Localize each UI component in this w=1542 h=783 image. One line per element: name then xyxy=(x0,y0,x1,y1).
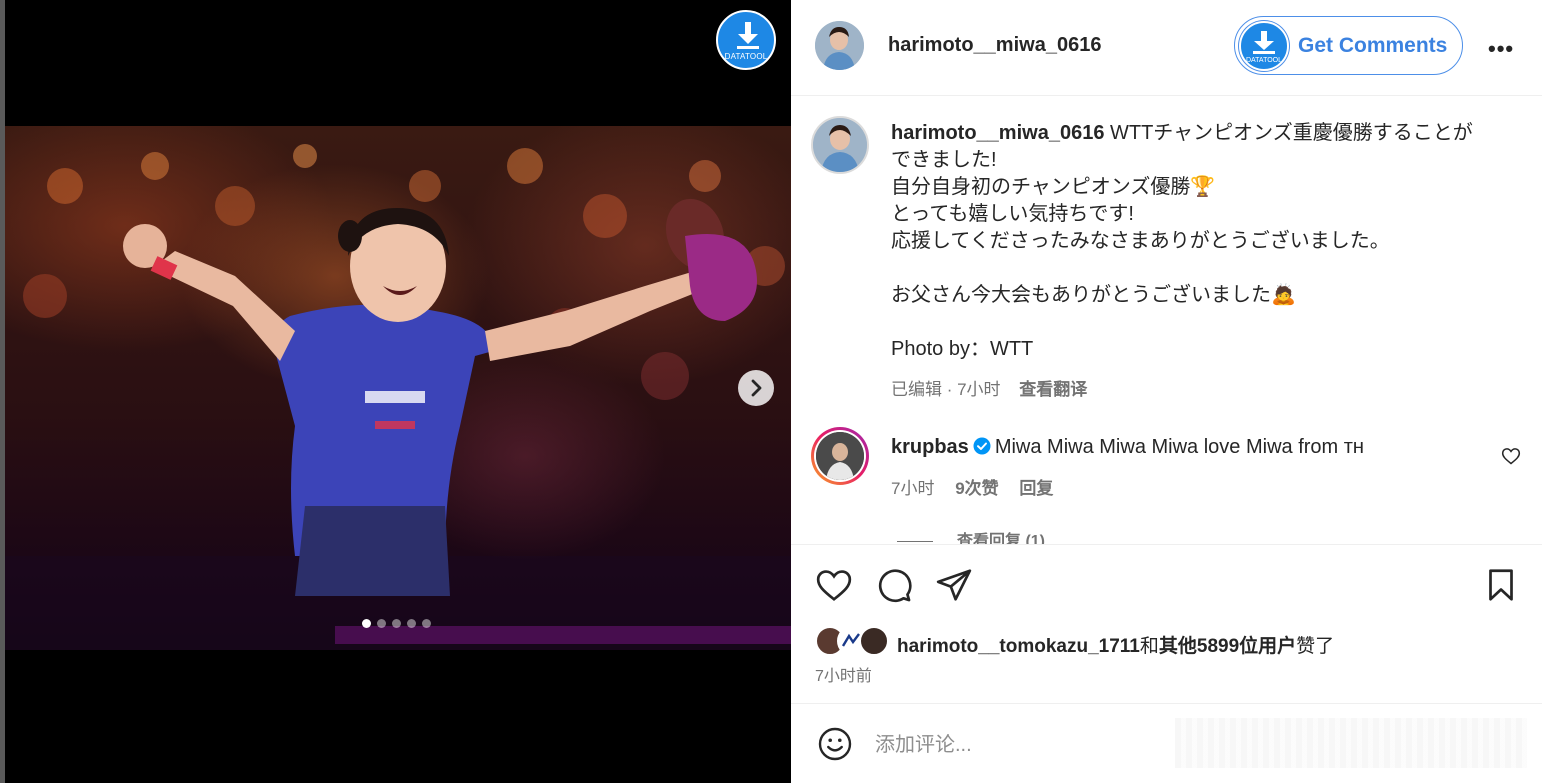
save-bookmark-icon[interactable] xyxy=(1483,566,1519,604)
chevron-right-icon xyxy=(751,379,762,397)
caption-meta: 已编辑 · 7小时 查看翻译 xyxy=(891,375,1087,400)
get-comments-button[interactable]: DATATOOL Get Comments xyxy=(1234,16,1463,75)
download-icon xyxy=(737,22,759,49)
verified-badge-icon xyxy=(973,437,991,455)
comment-like-heart-icon[interactable] xyxy=(1501,446,1521,466)
view-replies-label: 查看回复 (1) xyxy=(957,533,1046,544)
carousel-dot[interactable] xyxy=(392,619,401,628)
comment-meta: 7小时 9次赞 回复 xyxy=(891,474,1069,499)
caption-line: お父さん今大会もありがとうございました🙇 xyxy=(891,284,1296,306)
view-replies-link[interactable]: 查看回复 (1) xyxy=(897,527,1045,544)
likes-suffix: 赞了 xyxy=(1296,636,1335,657)
liker-avatar[interactable] xyxy=(859,626,889,656)
caption-text: harimoto__miwa_0616 WTTチャンピオンズ重慶優勝することが … xyxy=(891,120,1501,363)
caption-line xyxy=(891,255,1501,282)
datatool-label: DATATOOL xyxy=(724,52,768,61)
post-actions: harimoto__tomokazu_1711和其他5899位用户赞了 7小时前 xyxy=(791,544,1542,704)
caption-line: WTTチャンピオンズ重慶優勝することが xyxy=(1110,122,1473,144)
translate-link[interactable]: 查看翻译 xyxy=(1019,380,1087,399)
caption-line: できました! xyxy=(891,149,997,171)
post-photo[interactable] xyxy=(5,126,791,650)
post-side-panel: harimoto__miwa_0616 DATATOOL Get Comment… xyxy=(791,0,1542,783)
emoji-smiley-icon[interactable] xyxy=(817,726,853,762)
comment-time: 7小时 xyxy=(891,479,935,498)
liker-avatars xyxy=(815,626,895,658)
reply-divider xyxy=(897,541,933,543)
edited-time: 已编辑 · 7小时 xyxy=(891,380,1001,399)
commenter-username[interactable]: krupbas xyxy=(891,436,969,458)
caption-line: 自分自身初のチャンピオンズ優勝🏆 xyxy=(891,176,1216,198)
avatar-image xyxy=(815,21,864,70)
likes-summary: harimoto__tomokazu_1711和其他5899位用户赞了 xyxy=(897,631,1334,658)
avatar-image xyxy=(816,432,864,480)
like-heart-icon[interactable] xyxy=(815,566,853,604)
datatool-icon: DATATOOL xyxy=(1239,21,1289,71)
more-options-icon[interactable]: ••• xyxy=(1488,36,1514,62)
carousel-dot[interactable] xyxy=(407,619,416,628)
carousel-dot[interactable] xyxy=(362,619,371,628)
avatar-image xyxy=(813,118,867,172)
post-media: DATATOOL xyxy=(0,0,791,783)
comment-text-row: krupbas Miwa Miwa Miwa Miwa love Miwa fr… xyxy=(891,436,1364,459)
likes-and: 和 xyxy=(1139,636,1159,657)
comment-bubble-icon[interactable] xyxy=(875,566,913,604)
likes-others-link[interactable]: 其他5899位用户 xyxy=(1159,636,1296,657)
caption-author-avatar[interactable] xyxy=(811,116,869,174)
caption-username[interactable]: harimoto__miwa_0616 xyxy=(891,122,1104,144)
post-time-ago[interactable]: 7小时前 xyxy=(815,662,872,686)
carousel-dots xyxy=(362,619,431,628)
caption-line: とっても嬉しい気持ちです! xyxy=(891,203,1134,225)
get-comments-label: Get Comments xyxy=(1298,34,1448,57)
redacted-area xyxy=(1175,718,1527,768)
post-header: harimoto__miwa_0616 DATATOOL Get Comment… xyxy=(791,0,1542,96)
caption-line: 応援してくださったみなさまありがとうございました。 xyxy=(891,230,1390,252)
comments-scroll-area[interactable]: harimoto__miwa_0616 WTTチャンピオンズ重慶優勝することが … xyxy=(791,96,1542,544)
author-avatar[interactable] xyxy=(815,21,864,70)
datatool-label: DATATOOL xyxy=(1245,57,1283,64)
add-comment-bar xyxy=(791,704,1542,783)
author-username[interactable]: harimoto__miwa_0616 xyxy=(888,34,1101,57)
caption-line xyxy=(891,309,1501,336)
carousel-next-button[interactable] xyxy=(738,370,774,406)
carousel-dot[interactable] xyxy=(377,619,386,628)
caption-line: Photo by：WTT xyxy=(891,338,1034,360)
liker-username[interactable]: harimoto__tomokazu_1711 xyxy=(897,636,1140,657)
share-send-icon[interactable] xyxy=(935,566,973,604)
datatool-download-badge[interactable]: DATATOOL xyxy=(716,10,776,70)
reply-button[interactable]: 回复 xyxy=(1019,479,1053,498)
comment-likes[interactable]: 9次赞 xyxy=(955,479,998,498)
comment-body: Miwa Miwa Miwa Miwa love Miwa from ᴛʜ xyxy=(994,436,1364,458)
carousel-dot[interactable] xyxy=(422,619,431,628)
photo-illustration xyxy=(5,144,791,650)
commenter-avatar[interactable] xyxy=(811,427,869,485)
